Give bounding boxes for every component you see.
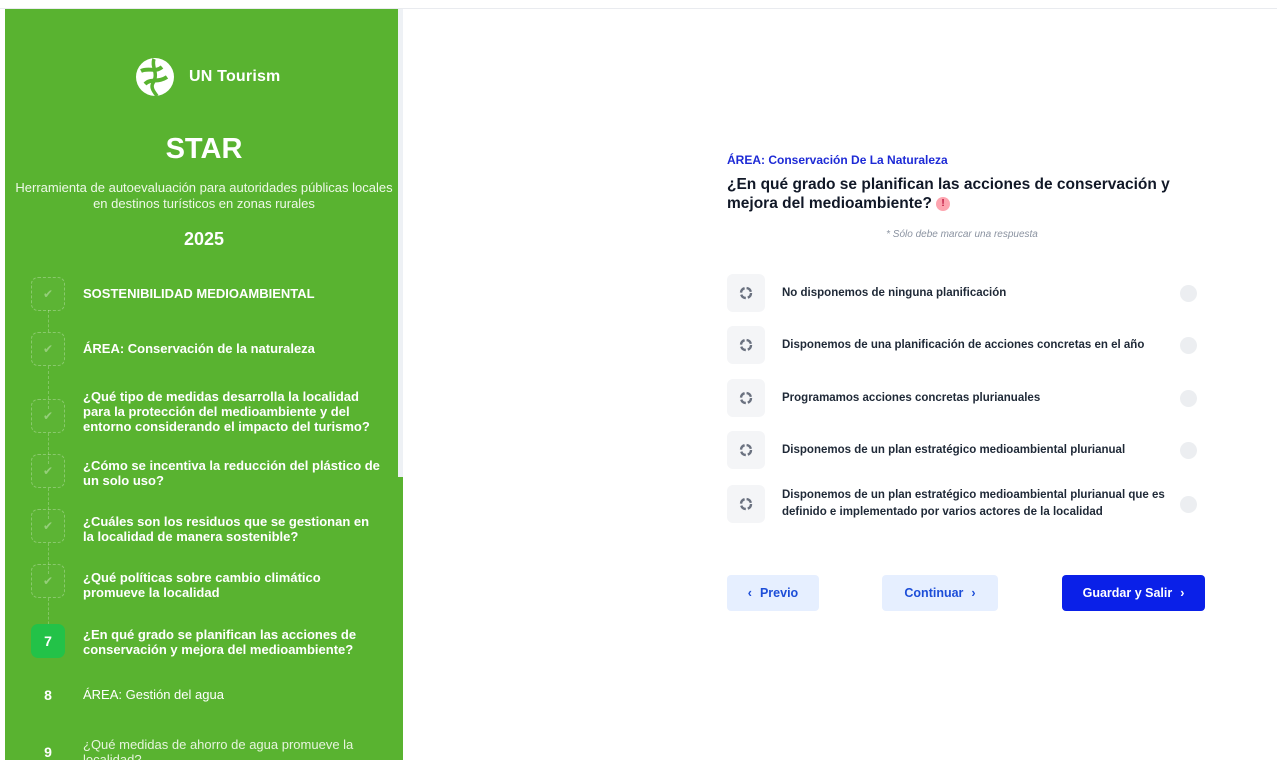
chevron-right-icon: › [971, 586, 976, 600]
spinner-icon [727, 379, 765, 417]
previous-button-label: Previo [759, 586, 799, 600]
answer-radio[interactable] [1180, 390, 1197, 407]
step-3-label[interactable]: ¿Qué tipo de medidas desarrolla la local… [83, 389, 383, 434]
question-text: ¿En qué grado se planifican las acciones… [727, 175, 1197, 213]
answer-option-2[interactable]: Disponemos de una planificación de accio… [727, 325, 1205, 365]
save-button-label: Guardar y Salir [1082, 586, 1173, 600]
save-and-exit-button[interactable]: Guardar y Salir › [1062, 575, 1205, 611]
answer-option-3[interactable]: Programamos acciones concretas plurianua… [727, 378, 1205, 418]
step-6-label[interactable]: ¿Qué políticas sobre cambio climático pr… [83, 570, 383, 600]
previous-button[interactable]: ‹ Previo [727, 575, 819, 611]
step-number: 9 [44, 744, 52, 760]
check-icon: ✔ [42, 409, 54, 423]
step-5-marker[interactable]: ✔ [31, 509, 65, 543]
step-5-label[interactable]: ¿Cuáles son los residuos que se gestiona… [83, 514, 383, 544]
answer-label: Disponemos de un plan estratégico medioa… [782, 489, 1165, 518]
answer-option-4[interactable]: Disponemos de un plan estratégico medioa… [727, 430, 1205, 470]
spinner-icon [727, 431, 765, 469]
answer-radio[interactable] [1180, 337, 1197, 354]
continue-button-label: Continuar [904, 586, 964, 600]
step-2-marker[interactable]: ✔ [31, 332, 65, 366]
step-6-marker[interactable]: ✔ [31, 564, 65, 598]
step-2-label[interactable]: ÁREA: Conservación de la naturaleza [83, 341, 383, 356]
answer-radio[interactable] [1180, 496, 1197, 513]
answer-label: Disponemos de una planificación de accio… [782, 338, 1145, 351]
sidebar: UN Tourism STAR Herramienta de autoevalu… [5, 9, 403, 760]
answer-label: Programamos acciones concretas plurianua… [782, 391, 1041, 404]
answer-label: Disponemos de un plan estratégico medioa… [782, 443, 1126, 456]
step-4-marker[interactable]: ✔ [31, 454, 65, 488]
step-3-marker[interactable]: ✔ [31, 399, 65, 433]
check-icon: ✔ [42, 519, 54, 533]
answer-label: No disponemos de ninguna planificación [782, 286, 1007, 299]
exclamation-icon: ! [936, 196, 950, 211]
check-icon: ✔ [42, 574, 54, 588]
chevron-right-icon: › [1180, 586, 1185, 600]
continue-button[interactable]: Continuar › [882, 575, 998, 611]
step-1-label[interactable]: SOSTENIBILIDAD MEDIOAMBIENTAL [83, 286, 383, 301]
spinner-icon [727, 485, 765, 523]
step-number: 8 [44, 687, 52, 703]
answer-radio[interactable] [1180, 442, 1197, 459]
step-7-label[interactable]: ¿En qué grado se planifican las acciones… [83, 627, 383, 657]
answer-option-5[interactable]: Disponemos de un plan estratégico medioa… [727, 484, 1205, 524]
check-icon: ✔ [42, 464, 54, 478]
spinner-icon [727, 274, 765, 312]
answer-radio[interactable] [1180, 285, 1197, 302]
step-9-label[interactable]: ¿Qué medidas de ahorro de agua promueve … [83, 737, 383, 760]
step-4-label[interactable]: ¿Cómo se incentiva la reducción del plás… [83, 458, 383, 488]
step-connector [48, 310, 50, 332]
spinner-icon [727, 326, 765, 364]
steps-list: ✔ SOSTENIBILIDAD MEDIOAMBIENTAL ✔ ÁREA: … [5, 9, 403, 760]
step-7-marker[interactable]: 7 [31, 624, 65, 658]
check-icon: ✔ [42, 342, 54, 356]
step-1-marker[interactable]: ✔ [31, 277, 65, 311]
chevron-left-icon: ‹ [747, 586, 752, 600]
answer-option-1[interactable]: No disponemos de ninguna planificación [727, 273, 1205, 313]
step-8-marker[interactable]: 8 [31, 678, 65, 712]
step-8-label[interactable]: ÁREA: Gestión del agua [83, 687, 383, 702]
check-icon: ✔ [42, 287, 54, 301]
step-9-marker[interactable]: 9 [31, 735, 65, 760]
answer-hint: * Sólo debe marcar una respuesta [886, 229, 1038, 240]
step-number: 7 [44, 633, 52, 649]
area-label: ÁREA: Conservación De La Naturaleza [727, 153, 948, 167]
